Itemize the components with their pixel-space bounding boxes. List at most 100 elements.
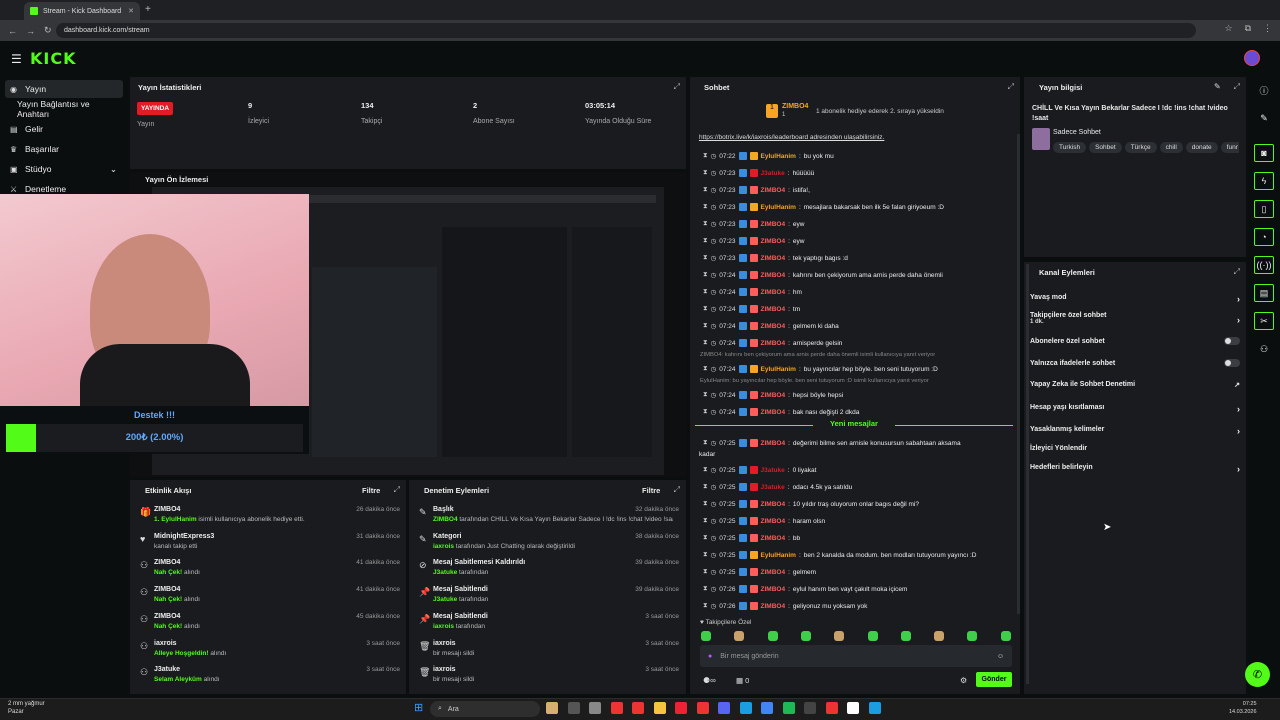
- tag-chip[interactable]: donate: [1185, 142, 1218, 153]
- edit-icon[interactable]: ✎: [1214, 82, 1221, 91]
- tag-chip[interactable]: funr: [1220, 142, 1239, 153]
- taskbar-app-icon[interactable]: [804, 702, 816, 714]
- taskbar-app-icon[interactable]: [739, 702, 752, 714]
- sidebar-item-basarilar[interactable]: ♛ Başarılar: [5, 140, 123, 158]
- timeout-icon[interactable]: ◷: [711, 439, 717, 447]
- chat-username[interactable]: ZIMBO4: [761, 586, 786, 593]
- tag-chip[interactable]: Türkçe: [1124, 142, 1157, 153]
- channel-action-row[interactable]: Yasaklanmış kelimeler ›: [1030, 426, 1240, 436]
- timeout-icon[interactable]: ◷: [711, 517, 717, 525]
- chat-username[interactable]: ZIMBO4: [761, 603, 786, 610]
- timeout-icon[interactable]: ◷: [711, 237, 717, 245]
- chat-username[interactable]: ZIMBO4: [761, 535, 786, 542]
- timeout-icon[interactable]: ◷: [711, 534, 717, 542]
- points-counter[interactable]: ▦ 0: [736, 676, 749, 685]
- lightning-icon[interactable]: ϟ: [1254, 172, 1274, 190]
- taskbar-app-icon[interactable]: [718, 702, 730, 714]
- hourglass-icon[interactable]: ⧗: [703, 466, 708, 474]
- chat-username[interactable]: J3atuke: [761, 467, 785, 474]
- support-chat-button[interactable]: ✆: [1245, 662, 1270, 687]
- extensions-icon[interactable]: ⧉: [1245, 23, 1251, 34]
- emote-icon[interactable]: [800, 631, 811, 641]
- taskbar-app-icon[interactable]: [675, 702, 687, 714]
- channel-action-row[interactable]: Yalnızca ifadelerle sohbet: [1030, 359, 1240, 367]
- expand-icon[interactable]: ⤢: [394, 485, 400, 495]
- toggle-switch[interactable]: [1224, 359, 1240, 367]
- taskbar-app-icon[interactable]: [653, 702, 666, 714]
- chat-username[interactable]: ZIMBO4: [761, 306, 786, 313]
- filter-button[interactable]: Filtre: [642, 486, 660, 495]
- chat-username[interactable]: ZIMBO4: [761, 518, 786, 525]
- hourglass-icon[interactable]: ⧗: [703, 322, 708, 330]
- tag-chip[interactable]: chill: [1159, 142, 1183, 153]
- emote-icon[interactable]: [701, 631, 711, 641]
- hourglass-icon[interactable]: ⧗: [703, 288, 708, 296]
- timeout-icon[interactable]: ◷: [711, 203, 717, 211]
- new-tab-button[interactable]: +: [145, 4, 151, 15]
- taskbar-app-icon[interactable]: [825, 702, 838, 714]
- timeout-icon[interactable]: ◷: [711, 322, 717, 330]
- chat-username[interactable]: ZIMBO4: [761, 501, 786, 508]
- reload-icon[interactable]: ↻: [44, 25, 52, 36]
- menu-icon[interactable]: ⋮: [1263, 23, 1272, 34]
- emote-icon[interactable]: [834, 631, 845, 641]
- chat-username[interactable]: ZIMBO4: [761, 323, 786, 330]
- chat-username[interactable]: ZIMBO4: [761, 238, 786, 245]
- hourglass-icon[interactable]: ⧗: [703, 152, 708, 160]
- layout-icon[interactable]: ▤: [1254, 284, 1274, 302]
- channel-action-row[interactable]: Hedefleri belirleyin ›: [1030, 464, 1240, 474]
- sidebar-item-yayin[interactable]: ◉ Yayın: [5, 80, 123, 98]
- sidebar-item-studyo[interactable]: ▣ Stüdyo ⌄: [5, 160, 123, 178]
- taskbar-app-icon[interactable]: [610, 702, 623, 714]
- timeout-icon[interactable]: ◷: [711, 391, 717, 399]
- timeout-icon[interactable]: ◷: [711, 568, 717, 576]
- hourglass-icon[interactable]: ⧗: [703, 365, 708, 373]
- timeout-icon[interactable]: ◷: [711, 169, 717, 177]
- hourglass-icon[interactable]: ⧗: [703, 203, 708, 211]
- taskbar-app-icon[interactable]: [546, 702, 558, 714]
- chat-username[interactable]: EylulHanim: [761, 153, 796, 160]
- record-icon[interactable]: ◙: [1254, 144, 1274, 162]
- chat-username[interactable]: ZIMBO4: [761, 272, 786, 279]
- emote-icon[interactable]: [867, 631, 878, 641]
- expand-icon[interactable]: ⤢: [674, 82, 680, 92]
- document-icon[interactable]: ▯: [1254, 200, 1274, 218]
- chat-username[interactable]: ZIMBO4: [761, 392, 786, 399]
- emote-icon[interactable]: [967, 631, 978, 641]
- emote-icon[interactable]: [767, 631, 778, 641]
- broadcast-waves-icon[interactable]: ((·)): [1254, 256, 1274, 274]
- timeout-icon[interactable]: ◷: [711, 305, 717, 313]
- hourglass-icon[interactable]: ⧗: [703, 220, 708, 228]
- chat-username[interactable]: ZIMBO4: [761, 569, 786, 576]
- hamburger-icon[interactable]: ☰: [11, 52, 22, 66]
- channel-action-row[interactable]: Hesap yaşı kısıtlaması ›: [1030, 404, 1240, 414]
- timeout-icon[interactable]: ◷: [711, 466, 717, 474]
- chat-input[interactable]: ● Bir mesaj gönderin ☺: [700, 645, 1012, 667]
- sidebar-item-gelir[interactable]: ▤ Gelir: [5, 120, 123, 138]
- taskbar-clock[interactable]: 07:25 14.03.2026: [1229, 700, 1257, 716]
- hourglass-icon[interactable]: ⧗: [703, 339, 708, 347]
- taskbar-app-icon[interactable]: [761, 702, 773, 714]
- hourglass-icon[interactable]: ⧗: [703, 408, 708, 416]
- weather-widget[interactable]: 2 mm yağmur Pazar: [8, 700, 45, 716]
- chat-username[interactable]: ZIMBO4: [761, 409, 786, 416]
- back-icon[interactable]: ←: [8, 26, 17, 36]
- timeout-icon[interactable]: ◷: [711, 288, 717, 296]
- tag-chip[interactable]: Sohbet: [1089, 142, 1122, 153]
- close-tab-icon[interactable]: ✕: [128, 7, 134, 15]
- tag-chip[interactable]: Turkish: [1053, 142, 1087, 153]
- filter-button[interactable]: Filtre: [362, 486, 380, 495]
- taskbar-app-icon[interactable]: [868, 702, 881, 714]
- timeout-icon[interactable]: ◷: [711, 152, 717, 160]
- hourglass-icon[interactable]: ⧗: [703, 169, 708, 177]
- hourglass-icon[interactable]: ⧗: [703, 439, 708, 447]
- taskbar-app-icon[interactable]: [567, 702, 580, 714]
- chat-username[interactable]: ZIMBO4: [761, 187, 786, 194]
- hourglass-icon[interactable]: ⧗: [703, 237, 708, 245]
- chat-username[interactable]: EylulHanim: [761, 366, 796, 373]
- taskbar-app-icon[interactable]: [589, 702, 601, 714]
- expand-icon[interactable]: ⤢: [1234, 267, 1240, 277]
- hourglass-icon[interactable]: ⧗: [703, 254, 708, 262]
- category-name[interactable]: Sadece Sohbet: [1053, 129, 1101, 136]
- timeout-icon[interactable]: ◷: [711, 254, 717, 262]
